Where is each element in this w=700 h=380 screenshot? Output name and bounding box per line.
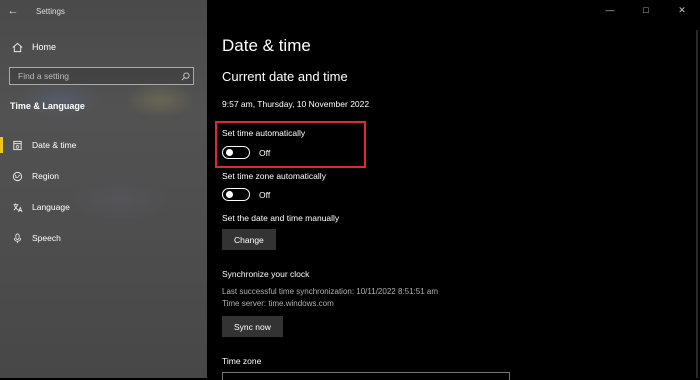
back-arrow-icon: ← [7, 5, 19, 17]
toggle-knob [226, 149, 233, 156]
set-time-auto-row: Off [222, 146, 270, 159]
home-label: Home [32, 42, 57, 52]
back-button[interactable]: ← [0, 0, 26, 22]
sync-heading: Synchronize your clock [222, 269, 310, 279]
sync-now-button[interactable]: Sync now [222, 316, 283, 337]
last-sync-text: Last successful time synchronization: 10… [222, 287, 438, 296]
sidebar-item-region[interactable]: Region [0, 165, 207, 187]
region-icon [10, 171, 24, 182]
current-datetime-text: 9:57 am, Thursday, 10 November 2022 [222, 99, 370, 109]
microphone-icon [10, 233, 24, 244]
sidebar-item-label: Region [32, 171, 59, 181]
search-input[interactable] [10, 70, 177, 82]
page-title: Date & time [222, 36, 311, 55]
home-icon [10, 42, 24, 53]
current-date-time-heading: Current date and time [222, 69, 348, 84]
language-icon [10, 202, 24, 213]
sidebar-item-label: Language [32, 202, 70, 212]
sidebar-item-label: Date & time [32, 140, 77, 150]
set-time-auto-toggle[interactable] [222, 146, 250, 159]
sidebar-item-label: Speech [32, 233, 61, 243]
selection-indicator [0, 137, 3, 153]
time-zone-label: Time zone [222, 356, 262, 366]
toggle-knob [226, 191, 233, 198]
sidebar: ← Settings Home Time & Language Date & t… [0, 0, 207, 378]
title-bar: ← Settings [0, 0, 207, 22]
set-timezone-auto-row: Off [222, 188, 270, 201]
search-box[interactable] [9, 67, 194, 85]
window-controls: — □ ✕ [592, 0, 700, 20]
time-zone-dropdown[interactable] [222, 372, 510, 380]
date-time-icon [10, 140, 24, 151]
time-server-text: Time server: time.windows.com [222, 299, 334, 308]
sidebar-item-date-time[interactable]: Date & time [0, 134, 207, 156]
maximize-icon: □ [643, 5, 649, 15]
section-title: Time & Language [10, 101, 85, 111]
sidebar-item-language[interactable]: Language [0, 196, 207, 218]
set-timezone-auto-label: Set time zone automatically [222, 171, 326, 181]
change-button[interactable]: Change [222, 229, 276, 250]
scrollbar[interactable] [696, 30, 698, 378]
toggle-state-label: Off [259, 189, 271, 200]
close-icon: ✕ [678, 4, 686, 15]
app-title: Settings [36, 6, 65, 16]
manual-date-time-label: Set the date and time manually [222, 213, 340, 223]
search-icon[interactable] [177, 71, 193, 81]
maximize-button[interactable]: □ [628, 0, 664, 20]
close-button[interactable]: ✕ [664, 0, 700, 20]
set-time-auto-label: Set time automatically [222, 128, 306, 138]
minimize-button[interactable]: — [592, 0, 628, 20]
main-content: — □ ✕ Date & time Current date and time … [207, 0, 700, 380]
toggle-state-label: Off [259, 147, 271, 158]
nav-home[interactable]: Home [0, 38, 207, 56]
minimize-icon: — [605, 5, 615, 15]
sidebar-item-speech[interactable]: Speech [0, 227, 207, 249]
set-timezone-auto-toggle[interactable] [222, 188, 250, 201]
